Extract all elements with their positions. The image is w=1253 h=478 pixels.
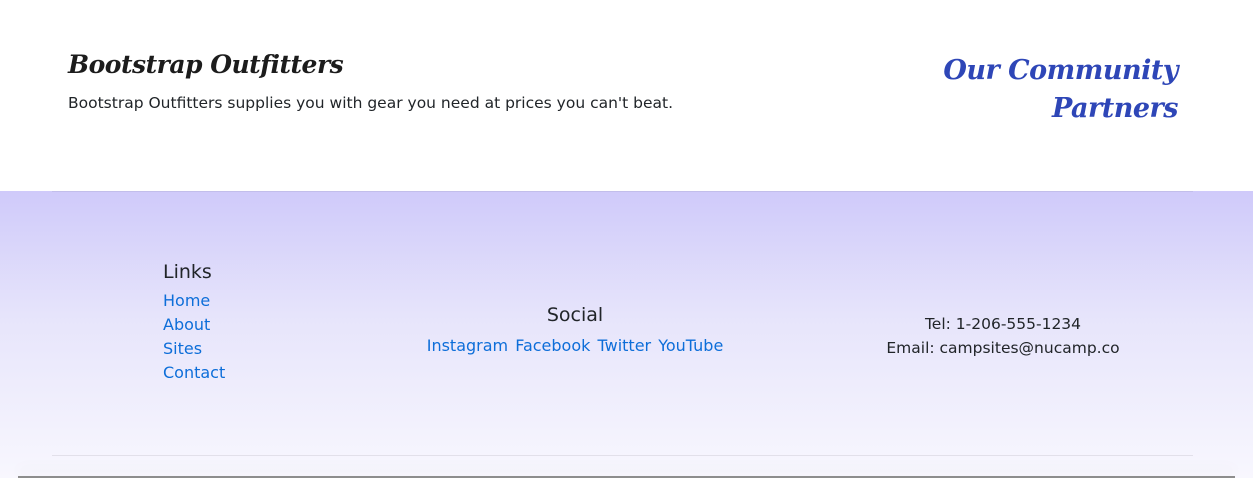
site-footer: Links Home About Sites Contact Social In…	[0, 191, 1253, 478]
social-link-youtube[interactable]: YouTube	[658, 336, 723, 355]
social-links: Instagram Facebook Twitter YouTube	[425, 336, 725, 355]
brand-tagline: Bootstrap Outfitters supplies you with g…	[68, 94, 674, 112]
links-heading: Links	[163, 261, 212, 283]
footer-link-contact[interactable]: Contact	[163, 363, 225, 382]
footer-link-home[interactable]: Home	[163, 291, 210, 310]
footer-link-about[interactable]: About	[163, 315, 210, 334]
footer-contact-column: Tel: 1-206-555-1234 Email: campsites@nuc…	[853, 312, 1153, 360]
brand-title: Bootstrap Outfitters	[68, 50, 344, 79]
social-link-facebook[interactable]: Facebook	[515, 336, 590, 355]
social-heading: Social	[546, 304, 604, 326]
intro-section: Bootstrap Outfitters Bootstrap Outfitter…	[0, 0, 1253, 191]
footer-links-column: Links Home About Sites Contact	[163, 261, 225, 385]
list-item: Home	[163, 289, 225, 313]
list-item: Sites	[163, 337, 225, 361]
list-item: About	[163, 313, 225, 337]
footer-social-column: Social Instagram Facebook Twitter YouTub…	[425, 304, 725, 355]
contact-phone: Tel: 1-206-555-1234	[924, 315, 1082, 333]
page: Bootstrap Outfitters Bootstrap Outfitter…	[0, 0, 1253, 478]
social-link-twitter[interactable]: Twitter	[598, 336, 652, 355]
contact-email: Email: campsites@nucamp.co	[886, 339, 1120, 357]
list-item: Contact	[163, 361, 225, 385]
social-link-instagram[interactable]: Instagram	[427, 336, 508, 355]
partners-title: Our Community Partners	[943, 55, 1178, 124]
footer-link-sites[interactable]: Sites	[163, 339, 202, 358]
footer-bottom-divider	[52, 455, 1193, 456]
links-list: Home About Sites Contact	[163, 289, 225, 385]
footer-top-divider	[52, 191, 1193, 192]
